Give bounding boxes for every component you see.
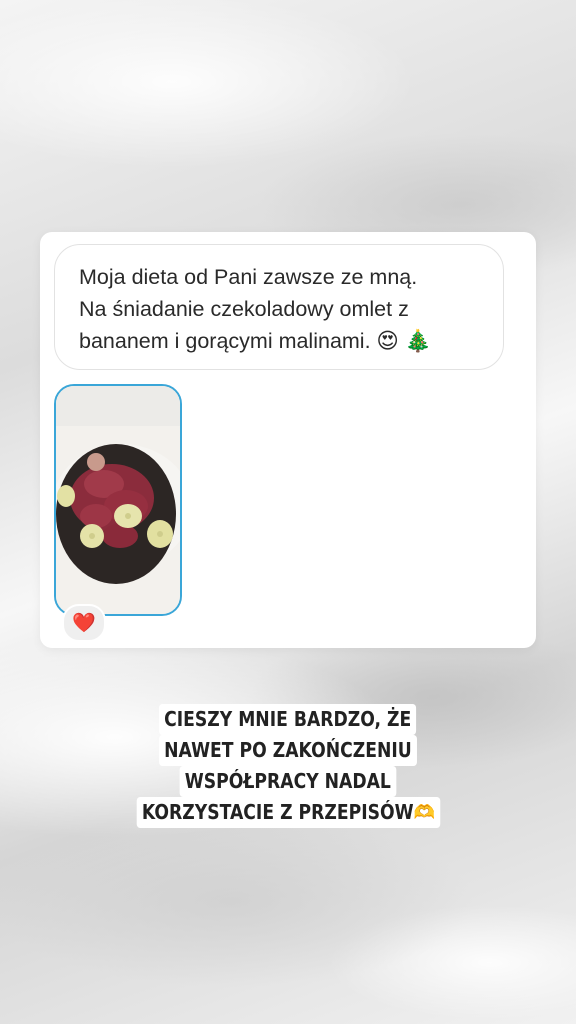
message-line: bananem i gorącymi malinami. 😍 🎄	[79, 329, 432, 353]
photo-message[interactable]	[54, 384, 182, 616]
caption-line: KORZYSTACIE Z PRZEPISÓW🫶	[136, 797, 440, 828]
message-line: Na śniadanie czekoladowy omlet z	[79, 297, 409, 321]
heart-reaction[interactable]: ❤️	[62, 604, 106, 642]
caption-line: WSPÓŁPRACY NADAL	[179, 766, 397, 797]
message-card: Moja dieta od Pani zawsze ze mną. Na śni…	[40, 232, 536, 648]
story-caption: CIESZY MNIE BARDZO, ŻE NAWET PO ZAKOŃCZE…	[0, 704, 576, 828]
caption-line: CIESZY MNIE BARDZO, ŻE	[159, 704, 417, 735]
message-line: Moja dieta od Pani zawsze ze mną.	[79, 265, 418, 289]
omelette-photo	[56, 386, 180, 614]
message-bubble[interactable]: Moja dieta od Pani zawsze ze mną. Na śni…	[54, 244, 504, 370]
heart-icon: ❤️	[72, 613, 96, 634]
caption-line: NAWET PO ZAKOŃCZENIU	[159, 735, 417, 766]
